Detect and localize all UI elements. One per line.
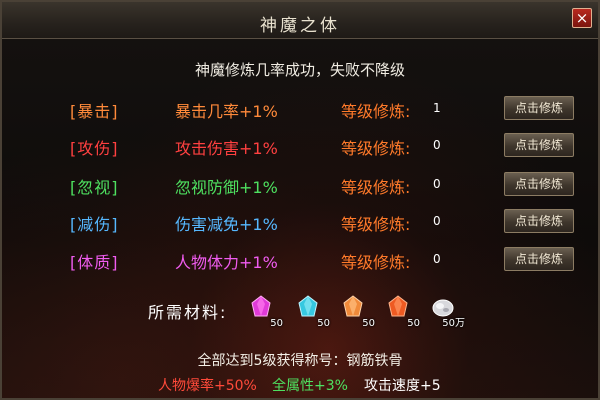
row-effect: 人物体力+1% (175, 253, 278, 272)
training-row-constitution: [体质] 人物体力+1% 等级修炼: 0 点击修炼 (2, 247, 598, 273)
cyan-crystal-icon (298, 295, 318, 317)
title-reward-text: 全部达到5级获得称号：钢筋铁骨 (197, 353, 403, 369)
row-tag: [体质] (70, 253, 119, 272)
level-value: 0 (433, 177, 441, 191)
train-button-ignore-defense[interactable]: 点击修炼 (504, 172, 574, 196)
bonus-all-attributes: 全属性+3% (272, 378, 348, 394)
magenta-crystal-icon (251, 295, 271, 317)
row-effect: 忽视防御+1% (175, 178, 278, 197)
material-slot[interactable]: 50 (382, 295, 420, 329)
row-effect: 伤害减免+1% (175, 215, 278, 234)
training-row-ignore-defense: [忽视] 忽视防御+1% 等级修炼: 0 点击修炼 (2, 172, 598, 198)
bonus-drop-rate: 人物爆率+50% (158, 378, 257, 394)
shenmo-body-window: 神魔之体 × 神魔修炼几率成功，失败不降级 [暴击] 暴击几率+1% 等级修炼:… (0, 0, 600, 400)
level-label: 等级修炼: (341, 178, 411, 197)
material-quantity: 50 (407, 318, 420, 329)
material-quantity: 50 (270, 318, 283, 329)
material-slot[interactable]: 50 (292, 295, 330, 329)
close-icon: × (575, 9, 589, 27)
level-value: 0 (433, 252, 441, 266)
row-tag: [攻伤] (70, 139, 119, 158)
material-slot[interactable]: 50万 (427, 295, 465, 329)
close-button[interactable]: × (572, 8, 592, 28)
train-button-attack-damage[interactable]: 点击修炼 (504, 133, 574, 157)
level-label: 等级修炼: (341, 102, 411, 121)
material-quantity: 50 (362, 318, 375, 329)
material-quantity: 50万 (442, 318, 465, 329)
level-value: 0 (433, 138, 441, 152)
train-button-constitution[interactable]: 点击修炼 (504, 247, 574, 271)
level-label: 等级修炼: (341, 253, 411, 272)
row-tag: [暴击] (70, 102, 119, 121)
level-value: 1 (433, 101, 441, 115)
row-effect: 攻击伤害+1% (175, 139, 278, 158)
material-slot[interactable]: 50 (337, 295, 375, 329)
red-orange-crystal-icon (388, 295, 408, 317)
bonus-attack-speed: 攻击速度+5 (364, 378, 441, 394)
row-tag: [减伤] (70, 215, 119, 234)
material-quantity: 50 (317, 318, 330, 329)
materials-label: 所需材料: (148, 303, 228, 322)
training-info-text: 神魔修炼几率成功，失败不降级 (194, 61, 405, 79)
window-title: 神魔之体 (260, 16, 340, 36)
orange-crystal-icon (343, 295, 363, 317)
row-effect: 暴击几率+1% (175, 102, 278, 121)
train-button-damage-reduction[interactable]: 点击修炼 (504, 209, 574, 233)
training-row-attack-damage: [攻伤] 攻击伤害+1% 等级修炼: 0 点击修炼 (2, 133, 598, 159)
title-bar[interactable]: 神魔之体 × (2, 2, 598, 39)
level-label: 等级修炼: (341, 139, 411, 158)
training-row-crit: [暴击] 暴击几率+1% 等级修炼: 1 点击修炼 (2, 96, 598, 122)
row-tag: [忽视] (70, 178, 119, 197)
training-row-damage-reduction: [减伤] 伤害减免+1% 等级修炼: 0 点击修炼 (2, 209, 598, 235)
level-value: 0 (433, 214, 441, 228)
material-slot[interactable]: 50 (245, 295, 283, 329)
train-button-crit[interactable]: 点击修炼 (504, 96, 574, 120)
level-label: 等级修炼: (341, 215, 411, 234)
